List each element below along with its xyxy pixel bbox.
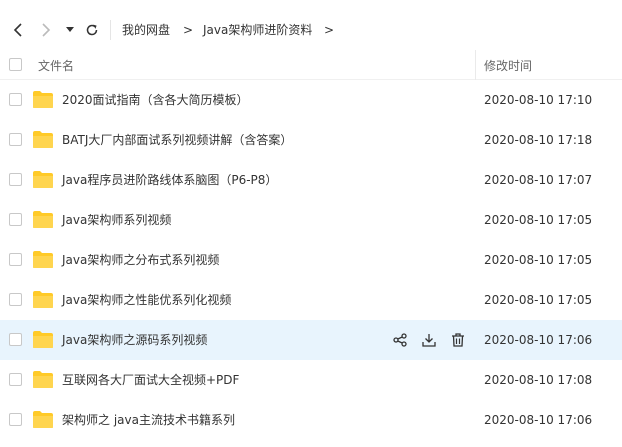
forward-button[interactable] (34, 16, 58, 44)
caret-down-icon (66, 27, 74, 32)
row-checkbox[interactable] (9, 93, 22, 106)
chevron-left-icon (13, 23, 22, 37)
row-checkbox[interactable] (9, 413, 22, 426)
folder-icon (33, 331, 53, 348)
share-icon (393, 333, 407, 347)
table-row[interactable]: Java程序员进阶路线体系脑图（P6-P8） 2020-08-10 17:07 (0, 160, 622, 200)
table-row[interactable]: 互联网各大厂面试大全视频+PDF 2020-08-10 17:08 (0, 360, 622, 400)
table-row[interactable]: 架构师之 java主流技术书籍系列 2020-08-10 17:06 (0, 400, 622, 440)
delete-button[interactable] (448, 330, 468, 350)
trash-icon (452, 333, 464, 347)
column-divider[interactable] (475, 50, 476, 80)
table-row[interactable]: Java架构师之性能优系列化视频 2020-08-10 17:05 (0, 280, 622, 320)
folder-icon (33, 131, 53, 148)
file-modified-time: 2020-08-10 17:05 (484, 253, 593, 267)
file-name[interactable]: 2020面试指南（含各大简历模板） (62, 92, 249, 108)
row-checkbox[interactable] (9, 293, 22, 306)
table-row[interactable]: Java架构师系列视频 2020-08-10 17:05 (0, 200, 622, 240)
folder-icon (33, 371, 53, 388)
refresh-icon (86, 24, 98, 36)
file-modified-time: 2020-08-10 17:06 (484, 333, 593, 347)
table-row[interactable]: BATJ大厂内部面试系列视频讲解（含答案） 2020-08-10 17:18 (0, 120, 622, 160)
back-button[interactable] (6, 16, 30, 44)
file-name[interactable]: Java架构师之分布式系列视频 (62, 252, 219, 268)
file-name[interactable]: Java架构师之源码系列视频 (62, 332, 207, 348)
file-name[interactable]: Java架构师之性能优系列化视频 (62, 292, 231, 308)
file-modified-time: 2020-08-10 17:07 (484, 173, 593, 187)
row-checkbox[interactable] (9, 253, 22, 266)
folder-icon (33, 291, 53, 308)
download-button[interactable] (419, 330, 439, 350)
file-name[interactable]: Java程序员进阶路线体系脑图（P6-P8） (62, 172, 277, 188)
row-actions (390, 330, 468, 350)
folder-icon (33, 171, 53, 188)
chevron-right-icon (42, 23, 51, 37)
breadcrumb-root[interactable]: 我的网盘 (122, 22, 170, 38)
refresh-button[interactable] (80, 16, 104, 44)
folder-icon (33, 251, 53, 268)
toolbar-divider (110, 20, 111, 40)
file-modified-time: 2020-08-10 17:05 (484, 213, 593, 227)
file-modified-time: 2020-08-10 17:10 (484, 93, 593, 107)
folder-icon (33, 211, 53, 228)
row-checkbox[interactable] (9, 373, 22, 386)
row-checkbox[interactable] (9, 133, 22, 146)
folder-icon (33, 411, 53, 428)
table-row-hovered[interactable]: Java架构师之源码系列视频 2020-08-10 17:06 (0, 320, 622, 360)
column-header-name[interactable]: 文件名 (38, 57, 74, 74)
breadcrumb-separator: > (324, 23, 335, 37)
file-name[interactable]: Java架构师系列视频 (62, 212, 171, 228)
folder-icon (33, 91, 53, 108)
file-name[interactable]: BATJ大厂内部面试系列视频讲解（含答案） (62, 132, 292, 148)
row-checkbox[interactable] (9, 213, 22, 226)
table-row[interactable]: 2020面试指南（含各大简历模板） 2020-08-10 17:10 (0, 80, 622, 120)
file-modified-time: 2020-08-10 17:06 (484, 413, 593, 427)
file-list: 2020面试指南（含各大简历模板） 2020-08-10 17:10 BATJ大… (0, 80, 622, 440)
file-name[interactable]: 架构师之 java主流技术书籍系列 (62, 412, 235, 428)
select-all-checkbox[interactable] (9, 58, 22, 71)
file-modified-time: 2020-08-10 17:05 (484, 293, 593, 307)
table-row[interactable]: Java架构师之分布式系列视频 2020-08-10 17:05 (0, 240, 622, 280)
file-modified-time: 2020-08-10 17:18 (484, 133, 593, 147)
file-list-header: 文件名 修改时间 (0, 50, 622, 80)
row-checkbox[interactable] (9, 173, 22, 186)
share-button[interactable] (390, 330, 410, 350)
file-name[interactable]: 互联网各大厂面试大全视频+PDF (62, 372, 239, 388)
download-icon (422, 334, 436, 347)
column-header-modified[interactable]: 修改时间 (484, 57, 532, 74)
breadcrumb-separator: > (183, 23, 194, 37)
file-modified-time: 2020-08-10 17:08 (484, 373, 593, 387)
breadcrumb-current[interactable]: Java架构师进阶资料 (203, 22, 312, 38)
row-checkbox[interactable] (9, 333, 22, 346)
history-dropdown-button[interactable] (60, 16, 80, 44)
